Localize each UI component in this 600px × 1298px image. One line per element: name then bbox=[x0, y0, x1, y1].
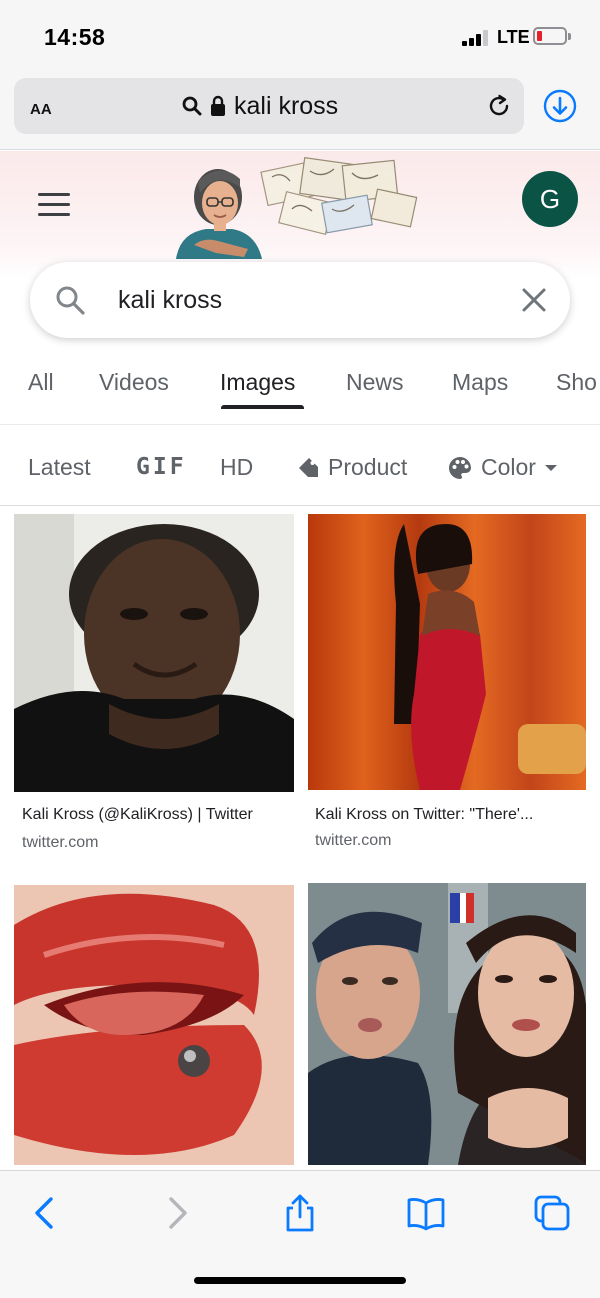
share-icon[interactable] bbox=[280, 1193, 320, 1233]
browser-address-bar: AA kali kross bbox=[0, 72, 600, 150]
text-size-button[interactable]: AA bbox=[30, 94, 52, 120]
google-doodle[interactable] bbox=[174, 153, 424, 259]
search-tabs: All Videos Images News Maps Sho bbox=[0, 355, 600, 425]
tab-videos[interactable]: Videos bbox=[99, 369, 169, 396]
image-filters: Latest GIF HD Product Color bbox=[0, 426, 600, 506]
network-type: LTE bbox=[497, 27, 530, 47]
filter-hd[interactable]: HD bbox=[220, 454, 253, 481]
close-icon[interactable] bbox=[520, 286, 548, 314]
bookmarks-icon[interactable] bbox=[406, 1193, 446, 1233]
forward-icon[interactable] bbox=[156, 1193, 196, 1233]
google-search-box[interactable]: kali kross bbox=[30, 262, 570, 338]
search-icon bbox=[182, 96, 202, 116]
active-tab-indicator bbox=[221, 405, 304, 409]
url-display[interactable]: kali kross bbox=[182, 92, 338, 120]
tab-images[interactable]: Images bbox=[220, 369, 295, 396]
filter-gif[interactable]: GIF bbox=[136, 454, 187, 480]
home-indicator bbox=[194, 1277, 406, 1284]
filter-color[interactable]: Color bbox=[447, 454, 558, 481]
tab-shopping[interactable]: Sho bbox=[556, 369, 597, 396]
url-text: kali kross bbox=[234, 91, 339, 120]
reload-icon[interactable] bbox=[486, 93, 512, 119]
search-icon[interactable] bbox=[54, 284, 86, 316]
portrait-image bbox=[14, 514, 294, 792]
palette-icon bbox=[449, 456, 471, 479]
result-thumbnail[interactable] bbox=[308, 883, 586, 1165]
selfie-image bbox=[308, 883, 586, 1165]
result-title[interactable]: Kali Kross on Twitter: "There'... bbox=[315, 806, 587, 824]
url-field[interactable]: AA kali kross bbox=[14, 78, 524, 134]
result-thumbnail[interactable] bbox=[308, 514, 586, 790]
result-source: twitter.com bbox=[315, 832, 392, 849]
signal-strength-icon bbox=[462, 30, 492, 46]
filter-latest[interactable]: Latest bbox=[28, 454, 91, 481]
tabs-icon[interactable] bbox=[532, 1193, 572, 1233]
menu-icon[interactable] bbox=[38, 193, 70, 217]
battery-icon bbox=[533, 27, 571, 45]
result-thumbnail[interactable] bbox=[14, 885, 294, 1165]
chevron-down-icon bbox=[544, 464, 557, 471]
status-bar: 14:58 LTE bbox=[0, 0, 600, 72]
result-title[interactable]: Kali Kross (@KaliKross) | Twitter bbox=[22, 806, 292, 824]
filter-product[interactable]: Product bbox=[296, 454, 407, 481]
back-icon[interactable] bbox=[26, 1193, 66, 1233]
result-source: twitter.com bbox=[22, 834, 99, 851]
tag-icon bbox=[299, 457, 318, 477]
tab-all[interactable]: All bbox=[28, 369, 54, 396]
lips-image bbox=[14, 885, 294, 1165]
result-thumbnail[interactable] bbox=[14, 514, 294, 792]
account-avatar[interactable]: G bbox=[522, 171, 578, 227]
status-time: 14:58 bbox=[44, 24, 106, 50]
lock-icon bbox=[211, 95, 225, 116]
tab-maps[interactable]: Maps bbox=[452, 369, 508, 396]
portrait-image bbox=[308, 514, 586, 790]
search-input[interactable]: kali kross bbox=[118, 286, 222, 315]
tab-news[interactable]: News bbox=[346, 369, 404, 396]
download-icon[interactable] bbox=[542, 88, 578, 124]
